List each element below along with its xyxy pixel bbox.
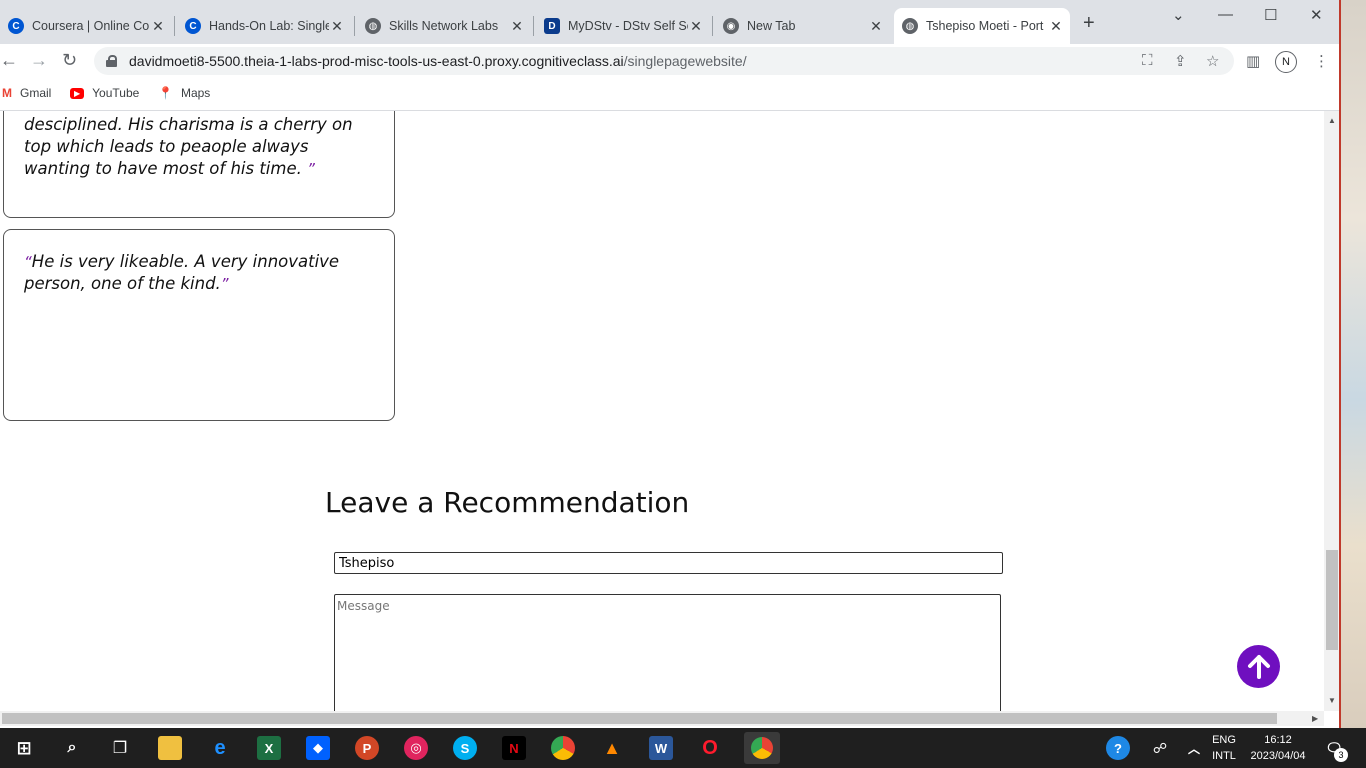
- task-view-icon[interactable]: ❐: [108, 736, 132, 760]
- tab-title: New Tab: [747, 19, 796, 33]
- url-host: davidmoeti8-5500.theia-1-labs-prod-misc-…: [129, 53, 624, 69]
- gmail-icon: M: [2, 86, 12, 100]
- tab-title: Tshepiso Moeti - Port: [926, 19, 1044, 33]
- powerpoint-icon[interactable]: P: [355, 736, 379, 760]
- name-input[interactable]: [334, 552, 1003, 574]
- profile-avatar[interactable]: N: [1275, 51, 1297, 73]
- page-content: desciplined. His charisma is a cherry on…: [0, 111, 1324, 711]
- tab-strip: C Coursera | Online Cou ✕ C Hands-On Lab…: [0, 0, 1340, 44]
- recommendation-text: desciplined. His charisma is a cherry on…: [24, 115, 353, 178]
- language-indicator[interactable]: ENG INTL: [1210, 732, 1238, 764]
- word-icon[interactable]: W: [649, 736, 673, 760]
- close-icon[interactable]: ✕: [688, 18, 704, 35]
- bookmark-maps[interactable]: 📍 Maps: [158, 86, 210, 100]
- close-quote: ”: [307, 160, 315, 178]
- translate-icon[interactable]: ⛶: [1142, 52, 1153, 69]
- window-border: [1339, 0, 1341, 728]
- file-explorer-icon[interactable]: [158, 736, 182, 760]
- screen-recorder-icon[interactable]: ◎: [404, 736, 428, 760]
- browser-tab[interactable]: D MyDStv - DStv Self Se ✕: [536, 8, 710, 44]
- tab-title: Coursera | Online Cou: [32, 19, 150, 33]
- scroll-right-arrow[interactable]: ▶: [1312, 714, 1318, 723]
- bookmark-label: YouTube: [92, 86, 140, 100]
- chrome-icon: ◉: [723, 18, 739, 34]
- menu-icon[interactable]: ⋮: [1314, 52, 1329, 70]
- chrome-icon[interactable]: [551, 736, 575, 760]
- close-icon[interactable]: ✕: [150, 18, 166, 35]
- horizontal-scrollbar-thumb[interactable]: [2, 713, 1277, 724]
- open-quote: “: [24, 253, 32, 271]
- recommendation-card: desciplined. His charisma is a cherry on…: [3, 111, 395, 218]
- chevron-up-icon[interactable]: ︿: [1182, 736, 1206, 760]
- globe-icon: ◍: [365, 18, 381, 34]
- people-icon[interactable]: ☍: [1148, 736, 1172, 760]
- maps-icon: 📍: [158, 86, 173, 100]
- opera-icon[interactable]: O: [698, 736, 722, 760]
- netflix-icon[interactable]: N: [502, 736, 526, 760]
- minimize-icon[interactable]: —: [1218, 6, 1233, 23]
- browser-tab[interactable]: C Hands-On Lab: Single ✕: [177, 8, 351, 44]
- tab-title: MyDStv - DStv Self Se: [568, 19, 688, 33]
- vertical-scrollbar-thumb[interactable]: [1326, 550, 1338, 650]
- skype-icon[interactable]: S: [453, 736, 477, 760]
- scroll-up-arrow[interactable]: ▲: [1328, 116, 1336, 125]
- bookmark-youtube[interactable]: ▶ YouTube: [70, 86, 139, 100]
- url-path: /singlepagewebsite/: [623, 53, 747, 69]
- back-icon[interactable]: ←: [0, 50, 18, 71]
- tab-search-icon[interactable]: ⌄: [1172, 6, 1185, 24]
- excel-icon[interactable]: X: [257, 736, 281, 760]
- dropbox-icon[interactable]: ◆: [306, 736, 330, 760]
- browser-tab[interactable]: C Coursera | Online Cou ✕: [0, 8, 172, 44]
- maximize-icon[interactable]: ☐: [1264, 6, 1277, 24]
- edge-icon[interactable]: e: [208, 736, 232, 760]
- bookmark-label: Gmail: [20, 86, 52, 100]
- recommendation-card: “He is very likeable. A very innovative …: [3, 229, 395, 421]
- tab-title: Skills Network Labs: [389, 19, 499, 33]
- search-icon[interactable]: ⌕: [60, 736, 84, 760]
- desktop-background: [1340, 0, 1366, 728]
- bookmark-label: Maps: [180, 86, 211, 100]
- vlc-icon[interactable]: ▲: [600, 736, 624, 760]
- clock[interactable]: 16:12 2023/04/04: [1246, 732, 1310, 764]
- forward-icon[interactable]: →: [30, 50, 48, 71]
- close-icon[interactable]: ✕: [1048, 18, 1064, 35]
- bookmarks-bar: M Gmail ▶ YouTube 📍 Maps: [0, 80, 1340, 111]
- notification-count-badge: 3: [1334, 748, 1348, 762]
- scroll-down-arrow[interactable]: ▼: [1328, 696, 1336, 705]
- side-panel-icon[interactable]: ▥: [1246, 52, 1260, 70]
- section-title: Leave a Recommendation: [325, 486, 690, 519]
- help-icon[interactable]: ?: [1106, 736, 1130, 760]
- recommendation-text: He is very likeable. A very innovative p…: [24, 252, 340, 293]
- lock-icon[interactable]: [106, 55, 117, 67]
- reload-icon[interactable]: ↻: [62, 50, 77, 71]
- windows-start-icon[interactable]: ⊞: [12, 736, 36, 760]
- close-icon[interactable]: ✕: [868, 18, 884, 35]
- browser-tab[interactable]: ◍ Skills Network Labs ✕: [357, 8, 531, 44]
- close-icon[interactable]: ✕: [329, 18, 345, 35]
- dstv-icon: D: [544, 18, 560, 34]
- youtube-icon: ▶: [70, 87, 85, 99]
- browser-tab-active[interactable]: ◍ Tshepiso Moeti - Port ✕: [894, 8, 1070, 44]
- scroll-to-top-button[interactable]: [1237, 645, 1280, 688]
- arrow-up-icon: [1247, 654, 1270, 679]
- chrome-profile-app-icon[interactable]: [744, 732, 780, 764]
- coursera-icon: C: [8, 18, 24, 34]
- taskbar: ⊞ ⌕ ❐ e X ◆ P ◎ S N ▲ W O ? ☍ ︿ ENG INTL…: [0, 728, 1366, 768]
- message-input[interactable]: [334, 594, 1001, 711]
- close-quote: ”: [220, 275, 229, 293]
- browser-tab[interactable]: ◉ New Tab ✕: [715, 8, 890, 44]
- tab-title: Hands-On Lab: Single: [209, 19, 329, 33]
- coursera-icon: C: [185, 18, 201, 34]
- address-bar[interactable]: davidmoeti8-5500.theia-1-labs-prod-misc-…: [94, 47, 1234, 75]
- close-icon[interactable]: ✕: [509, 18, 525, 35]
- bookmark-gmail[interactable]: M Gmail: [2, 86, 51, 100]
- globe-icon: ◍: [902, 18, 918, 34]
- window-close-icon[interactable]: ✕: [1310, 6, 1323, 24]
- bookmark-star-icon[interactable]: ☆: [1206, 52, 1219, 70]
- new-tab-button[interactable]: +: [1083, 12, 1095, 35]
- share-icon[interactable]: ⇪: [1174, 52, 1187, 70]
